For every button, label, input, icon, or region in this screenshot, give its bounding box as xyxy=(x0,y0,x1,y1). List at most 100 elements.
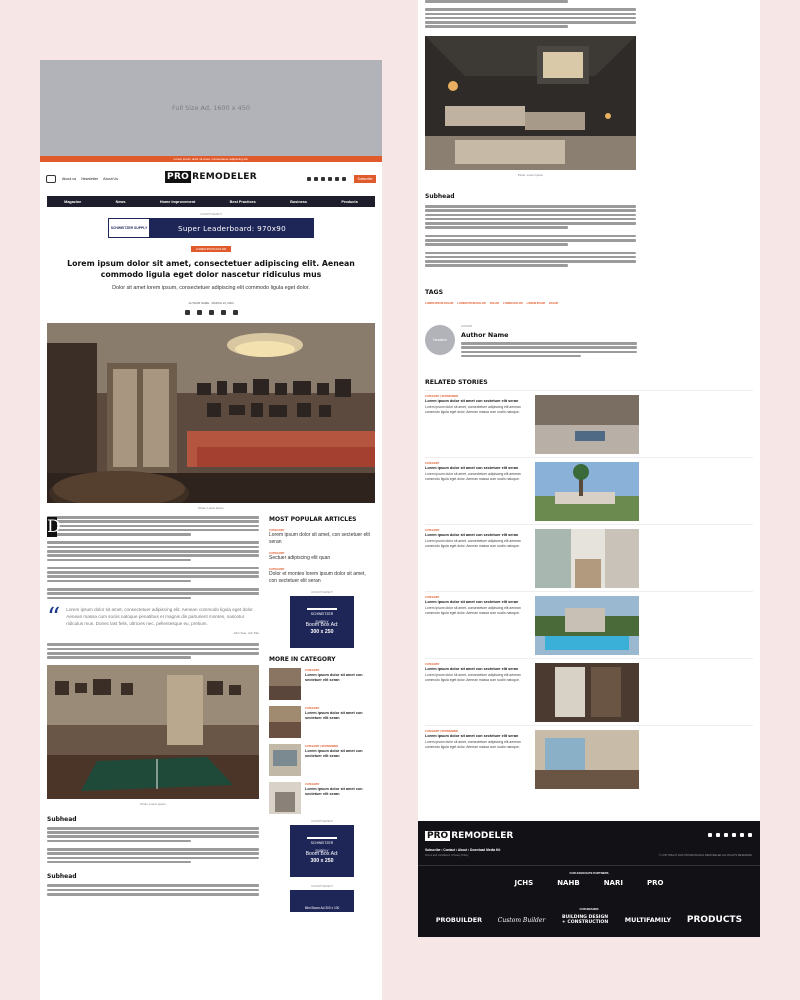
header-link[interactable]: Newsletter xyxy=(81,177,98,181)
nav-magazine[interactable]: Magazine xyxy=(64,200,81,204)
subscribe-button[interactable]: Subscribe xyxy=(354,175,376,183)
more-item[interactable]: CATEGORY | SPONSORED Lorem ipsum dolor si… xyxy=(269,744,375,776)
footer-links[interactable]: Subscribe • Contact • About • Download M… xyxy=(425,848,500,852)
tag-link[interactable]: LOREM IPSUM DOLOR xyxy=(457,302,485,305)
link-icon[interactable] xyxy=(232,310,238,315)
twitter-icon[interactable] xyxy=(220,310,226,315)
author-label: AUTHOR xyxy=(461,324,472,328)
partner-logo[interactable]: NARI xyxy=(604,879,623,887)
more-item[interactable]: CATEGORY Lorem ipsum dolor sit amet con s… xyxy=(269,782,375,814)
mini-boom-ad[interactable]: Mini Boom Ad 300 x 100 xyxy=(290,890,354,912)
header-link[interactable]: About Us xyxy=(103,177,118,181)
twitter-icon[interactable] xyxy=(314,177,318,181)
category-pill[interactable]: LOREM IPSUM DOLOR xyxy=(191,246,231,252)
nav-news[interactable]: News xyxy=(116,200,126,204)
pull-quote: “ Lorem ipsum dolor sit amet, consectetu… xyxy=(47,605,259,636)
related-story[interactable]: CATEGORY Lorem ipsum dolor sit amet con s… xyxy=(425,457,753,524)
related-story[interactable]: CATEGORY | SPONSORED Lorem ipsum dolor si… xyxy=(425,390,753,457)
body-text xyxy=(47,516,259,600)
boom-box-ad[interactable]: SCHWEITZER SUPPLY Boom Box Ad: 300 x 250 xyxy=(290,596,354,648)
leaderboard-ad[interactable]: SCHWEITZER SUPPLY Super Leaderboard: 970… xyxy=(108,218,314,238)
boom-size: 300 x 250 xyxy=(310,629,334,635)
hero-illustration xyxy=(47,323,375,503)
author-bio xyxy=(461,341,637,358)
popular-item[interactable]: CATEGORY Sectuer adipiscing elit quan xyxy=(269,551,375,562)
more-in-category-heading: MORE IN CATEGORY xyxy=(269,656,336,663)
body-text xyxy=(47,884,259,896)
popular-item[interactable]: CATEGORY Lorem ipsum dolor sit amet, con… xyxy=(269,528,375,546)
related-story[interactable]: CATEGORY Lorem ipsum dolor sit amet con s… xyxy=(425,658,753,725)
instagram-icon[interactable] xyxy=(335,177,339,181)
related-desc: Lorem ipsum dolor sit amet, consectetuer… xyxy=(425,673,521,682)
byline: AUTHOR NAME · MARCH 16, 2024 xyxy=(188,301,234,305)
more-item[interactable]: CATEGORY Lorem ipsum dolor sit amet con s… xyxy=(269,668,375,700)
header-link[interactable]: About us xyxy=(62,177,76,181)
article-body: D “ Lorem ipsum dolor sit amet, consecte… xyxy=(47,516,259,912)
author-box: Headshot AUTHOR Author Name xyxy=(425,324,753,359)
site-logo[interactable]: PRO REMODELER xyxy=(165,171,257,183)
tag-link[interactable]: LOREM DOLOR xyxy=(503,302,522,305)
partner-logo[interactable]: NAHB xyxy=(557,879,579,887)
footer-copyright: © COPYRIGHT 2024 PROFESSIONAL REMODELER … xyxy=(658,854,752,857)
popular-item[interactable]: CATEGORY Dolor et montes lorem ipsum dol… xyxy=(269,567,375,585)
full-size-ad[interactable]: Full Size Ad, 1600 x 450 xyxy=(40,60,382,156)
instagram-icon[interactable] xyxy=(732,833,736,837)
rss-icon[interactable] xyxy=(342,177,346,181)
partner-logo[interactable]: PRO xyxy=(647,879,663,887)
twitter-icon[interactable] xyxy=(716,833,720,837)
related-category: CATEGORY | SPONSORED xyxy=(425,730,459,734)
facebook-icon[interactable] xyxy=(307,177,311,181)
comment-icon[interactable] xyxy=(184,310,190,315)
brand-logo[interactable]: PROBUILDER xyxy=(436,916,482,924)
ad-label: Full Size Ad, 1600 x 450 xyxy=(171,104,251,112)
youtube-icon[interactable] xyxy=(328,177,332,181)
brand-logo[interactable]: PRODUCTS xyxy=(687,915,742,925)
footer-logo[interactable]: PRO REMODELER xyxy=(425,831,513,841)
body-text xyxy=(47,643,259,659)
related-desc: Lorem ipsum dolor sit amet, consectetuer… xyxy=(425,606,521,615)
boom-box-ad[interactable]: SCHWEITZER SUPPLY Boom Box Ad: 300 x 250 xyxy=(290,825,354,877)
facebook-icon[interactable] xyxy=(708,833,712,837)
author-name[interactable]: Author Name xyxy=(461,331,637,339)
brand-logo[interactable]: MULTIFAMILY xyxy=(625,916,671,924)
tag-link[interactable]: LOREM IPSUM xyxy=(527,302,545,305)
footer-social xyxy=(708,833,752,837)
nav-home-improvement[interactable]: Home Improvement xyxy=(160,200,195,204)
more-item[interactable]: CATEGORY Lorem ipsum dolor sit amet con s… xyxy=(269,706,375,738)
facebook-icon[interactable] xyxy=(196,310,202,315)
linkedin-icon[interactable] xyxy=(724,833,728,837)
ad-brand-logo: SCHWEITZER SUPPLY xyxy=(307,608,337,624)
related-desc: Lorem ipsum dolor sit amet, consectetuer… xyxy=(425,405,521,414)
related-thumb xyxy=(535,730,639,790)
footer-legal[interactable]: Terms and Conditions | Privacy Policy xyxy=(425,854,468,857)
related-story[interactable]: CATEGORY | SPONSORED Lorem ipsum dolor si… xyxy=(425,725,753,792)
menu-icon[interactable] xyxy=(46,175,56,183)
linkedin-icon[interactable] xyxy=(321,177,325,181)
youtube-icon[interactable] xyxy=(740,833,744,837)
drop-cap: D xyxy=(47,517,61,537)
related-story[interactable]: CATEGORY Lorem ipsum dolor sit amet con s… xyxy=(425,591,753,658)
brand-logo[interactable]: BUILDING DESIGN + CONSTRUCTION xyxy=(561,915,609,925)
more-thumb xyxy=(269,706,301,738)
related-stories-heading: RELATED STORIES xyxy=(425,379,488,387)
related-category: CATEGORY xyxy=(425,529,440,533)
nav-business[interactable]: Business xyxy=(290,200,307,204)
article-deck: Dolor sit amet lorem ipsum, consectetuer… xyxy=(112,285,310,291)
brand-logo[interactable]: Custom Builder xyxy=(498,917,546,924)
nav-best-practices[interactable]: Best Practices xyxy=(230,200,256,204)
tag-link[interactable]: DOLOR xyxy=(490,302,499,305)
subhead: Subhead xyxy=(47,873,77,881)
related-thumb xyxy=(535,529,639,589)
related-story[interactable]: CATEGORY Lorem ipsum dolor sit amet con s… xyxy=(425,524,753,591)
logo-text: REMODELER xyxy=(192,172,257,182)
partner-logo[interactable]: JCHS xyxy=(515,879,534,887)
rss-icon[interactable] xyxy=(748,833,752,837)
linkedin-icon[interactable] xyxy=(208,310,214,315)
article-page-mockup-top: Full Size Ad, 1600 x 450 Lorem ipsum dol… xyxy=(40,60,382,1000)
tag-link[interactable]: LOREM IPSUM DOLOR xyxy=(425,302,453,305)
tag-link[interactable]: DOLOR xyxy=(549,302,558,305)
nav-products[interactable]: Products xyxy=(341,200,357,204)
partner-logos: JCHS NAHB NARI PRO xyxy=(418,879,760,887)
related-title: Lorem ipsum dolor sit amet con sectetuer… xyxy=(425,399,519,404)
partners-heading: OUR ASSOCIATE PARTNERS xyxy=(569,871,609,875)
